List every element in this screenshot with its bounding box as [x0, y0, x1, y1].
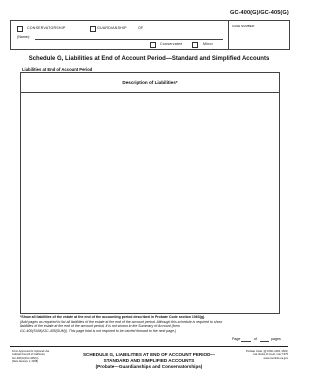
case-number-label: CASE NUMBER:: [232, 24, 255, 28]
footnote: *Show all liabilities of the estate at t…: [20, 315, 280, 334]
of-label: of: [254, 337, 257, 341]
guardianship-label: GUARDIANSHIP: [97, 26, 127, 30]
footer-left-line: [New January 1, 2008]: [12, 359, 38, 363]
name-field-line[interactable]: [35, 39, 223, 40]
page-counter: Page of pages: [232, 337, 281, 342]
footer-divider: [10, 346, 288, 347]
table-header: Description of Liabilities*: [21, 73, 279, 93]
minor-label: Minor: [203, 42, 213, 46]
liabilities-table[interactable]: Description of Liabilities*: [20, 72, 280, 314]
footer-form-title: SCHEDULE G, LIABILITIES AT END OF ACCOUN…: [78, 352, 220, 369]
total-pages-field[interactable]: [260, 341, 269, 342]
footer-title-line: (Probate—Guardianships and Conservatorsh…: [95, 363, 203, 369]
name-label: (Name):: [17, 35, 30, 39]
footer-legal-references: Probate Code, §§ 1060–1064, 2620; Cal. R…: [226, 350, 288, 360]
form-number: GC-400(G)/GC-405(G): [230, 10, 289, 16]
conservatee-checkbox[interactable]: [150, 42, 156, 48]
description-column-header: Description of Liabilities*: [122, 80, 178, 85]
page-number-field[interactable]: [241, 341, 251, 342]
minor-checkbox[interactable]: [192, 42, 198, 48]
footer-title-line: SCHEDULE G, LIABILITIES AT END OF ACCOUN…: [82, 352, 216, 357]
pages-label: pages: [271, 337, 281, 341]
conservatee-label: Conservatee: [160, 42, 183, 46]
court-website-link[interactable]: www.courtinfo.ca.gov: [226, 357, 288, 360]
footnote-line: GC-400(SUM)/GC-405(SUM)). This page tota…: [20, 329, 177, 334]
of-label: OF: [138, 26, 144, 30]
schedule-title: Schedule G, Liabilities at End of Accoun…: [28, 56, 270, 62]
header-divider: [228, 21, 229, 49]
case-header-box: CONSERVATORSHIP GUARDIANSHIP OF (Name): …: [10, 20, 290, 50]
conservatorship-checkbox[interactable]: [17, 26, 23, 32]
guardianship-checkbox[interactable]: [90, 26, 96, 32]
conservatorship-label: CONSERVATORSHIP: [27, 26, 66, 30]
footer-approval-info: Form Approved for Optional Use Judicial …: [12, 350, 72, 363]
page-label: Page: [232, 337, 241, 341]
form-page: GC-400(G)/GC-405(G) CONSERVATORSHIP GUAR…: [0, 0, 298, 386]
